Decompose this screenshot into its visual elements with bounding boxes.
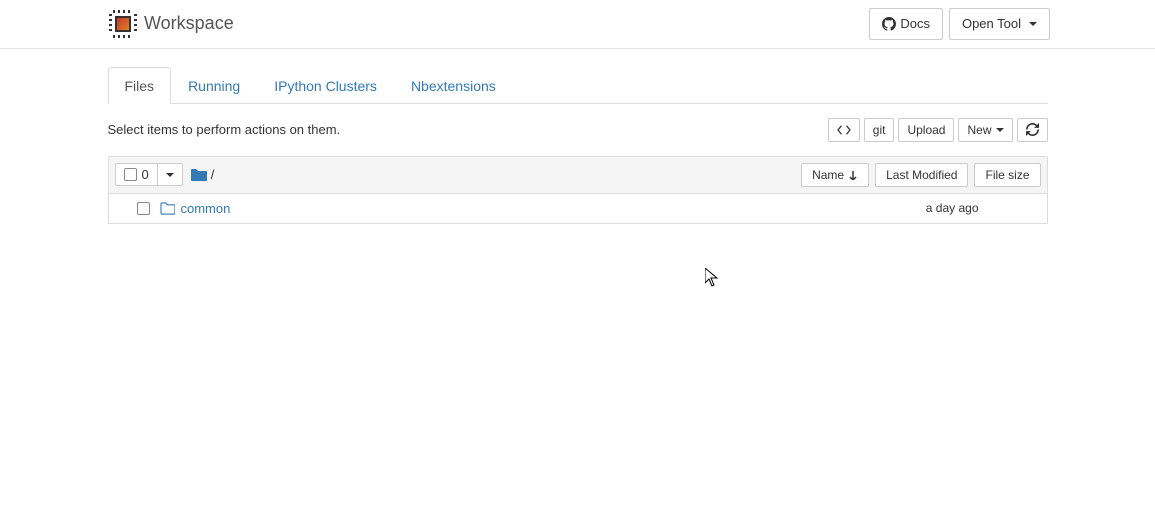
sort-modified-button[interactable]: Last Modified	[875, 163, 968, 187]
chip-logo-icon	[110, 11, 136, 37]
docs-label: Docs	[900, 14, 930, 34]
folder-icon	[160, 202, 175, 215]
select-all-group: 0	[115, 163, 183, 186]
open-tool-button[interactable]: Open Tool	[949, 8, 1050, 40]
folder-icon[interactable]	[191, 168, 207, 182]
col-size-label: File size	[985, 168, 1029, 182]
tab-files[interactable]: Files	[108, 67, 172, 104]
toolbar-buttons: git Upload New	[828, 118, 1048, 142]
sort-name-button[interactable]: Name	[801, 163, 869, 187]
new-button[interactable]: New	[958, 118, 1012, 142]
github-icon	[882, 17, 896, 31]
select-dropdown[interactable]	[158, 164, 182, 185]
code-icon	[837, 124, 851, 136]
col-modified-label: Last Modified	[886, 168, 957, 182]
brand[interactable]: Workspace	[110, 11, 234, 37]
tabs: Files Running IPython Clusters Nbextensi…	[108, 67, 1048, 104]
refresh-icon	[1026, 123, 1039, 136]
toolbar-row: Select items to perform actions on them.…	[108, 118, 1048, 142]
main-container: Files Running IPython Clusters Nbextensi…	[108, 67, 1048, 224]
brand-text: Workspace	[144, 13, 234, 34]
refresh-button[interactable]	[1017, 118, 1048, 142]
col-name-label: Name	[812, 168, 844, 182]
new-label: New	[967, 123, 991, 137]
breadcrumb: /	[191, 167, 215, 182]
docs-button[interactable]: Docs	[869, 8, 943, 40]
tab-clusters[interactable]: IPython Clusters	[257, 67, 394, 104]
tab-running[interactable]: Running	[171, 67, 257, 104]
chevron-down-icon	[996, 128, 1004, 132]
file-name-cell: common	[160, 201, 231, 216]
column-controls: Name Last Modified File size	[801, 163, 1040, 187]
file-header: 0 / Name Last M	[108, 156, 1048, 194]
arrow-down-icon	[848, 170, 858, 180]
row-checkbox[interactable]	[137, 202, 150, 215]
file-modified: a day ago	[926, 201, 979, 215]
chevron-down-icon	[166, 173, 174, 177]
sort-size-button[interactable]: File size	[974, 163, 1040, 187]
select-all-checkbox-group[interactable]: 0	[116, 164, 158, 185]
header-bar: Workspace Docs Open Tool	[0, 0, 1155, 49]
header-buttons: Docs Open Tool	[869, 8, 1050, 40]
chevron-down-icon	[1029, 22, 1037, 26]
breadcrumb-root[interactable]: /	[211, 167, 215, 182]
file-row[interactable]: common a day ago	[108, 194, 1048, 224]
file-browser: 0 / Name Last M	[108, 156, 1048, 224]
open-tool-label: Open Tool	[962, 14, 1021, 34]
code-button[interactable]	[828, 118, 860, 142]
upload-label: Upload	[907, 123, 945, 137]
tab-nbextensions[interactable]: Nbextensions	[394, 67, 513, 104]
git-button[interactable]: git	[864, 118, 895, 142]
upload-button[interactable]: Upload	[898, 118, 954, 142]
file-name-link[interactable]: common	[181, 201, 231, 216]
select-all-checkbox[interactable]	[124, 168, 137, 181]
select-hint: Select items to perform actions on them.	[108, 122, 341, 137]
cursor-icon	[705, 268, 721, 288]
git-label: git	[873, 123, 886, 137]
selected-count: 0	[142, 167, 149, 182]
